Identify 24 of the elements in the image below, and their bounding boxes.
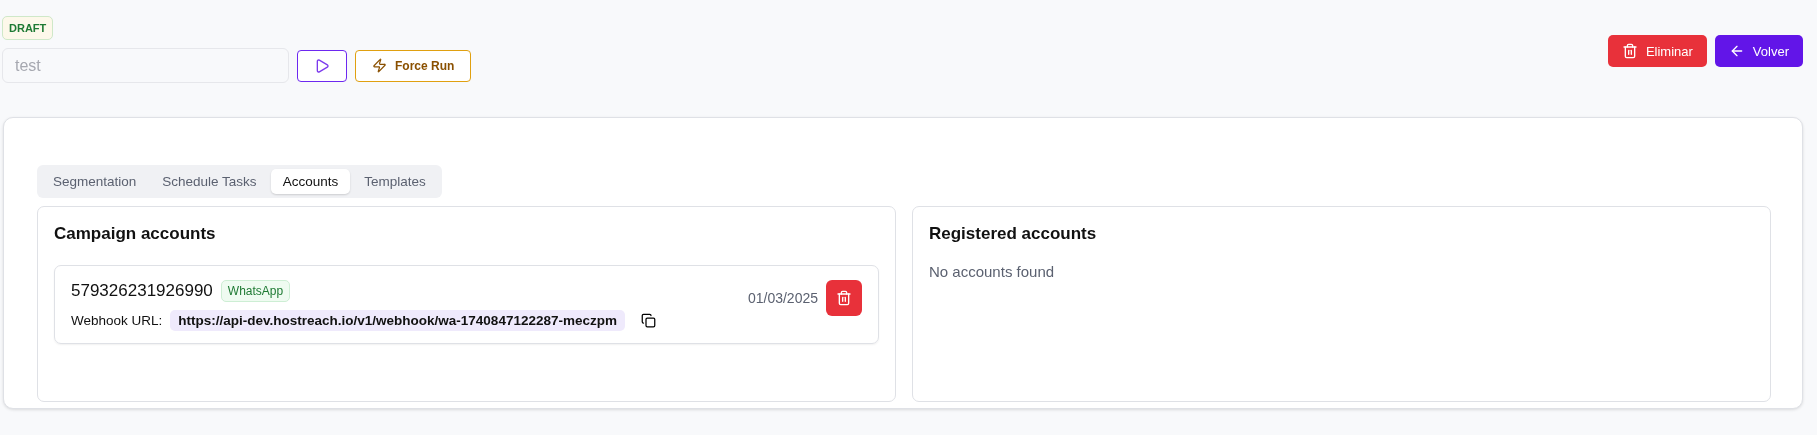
webhook-label: Webhook URL: [71,313,163,328]
status-badge: DRAFT [2,16,54,40]
trash-icon [1621,43,1638,59]
account-number: 579326231926990 [71,281,213,301]
trash-icon [836,290,852,306]
tab[interactable]: Templates [352,169,438,194]
play-button[interactable] [297,49,347,82]
empty-message: No accounts found [929,263,1056,280]
tab[interactable]: Segmentation [41,169,149,194]
panel-title: Registered accounts [929,224,1098,244]
lightning-icon [372,58,387,73]
channel-tag: WhatsApp [220,280,291,302]
account-date: 01/03/2025 [747,290,818,306]
back-button[interactable]: Volver [1714,35,1803,67]
tab[interactable]: Schedule Tasks [150,169,269,194]
tab[interactable]: Accounts [270,169,351,194]
copy-icon [640,313,656,328]
force-run-button[interactable]: Force Run [355,49,472,82]
panel-title: Campaign accounts [54,224,217,244]
name-field[interactable]: test [2,48,289,83]
webhook-url: https://api-dev.hostreach.io/v1/webhook/wa-1740847122287-meczpm [170,310,625,331]
delete-button[interactable]: Eliminar [1607,35,1707,67]
delete-account-button[interactable] [826,280,862,316]
play-icon [314,57,330,74]
